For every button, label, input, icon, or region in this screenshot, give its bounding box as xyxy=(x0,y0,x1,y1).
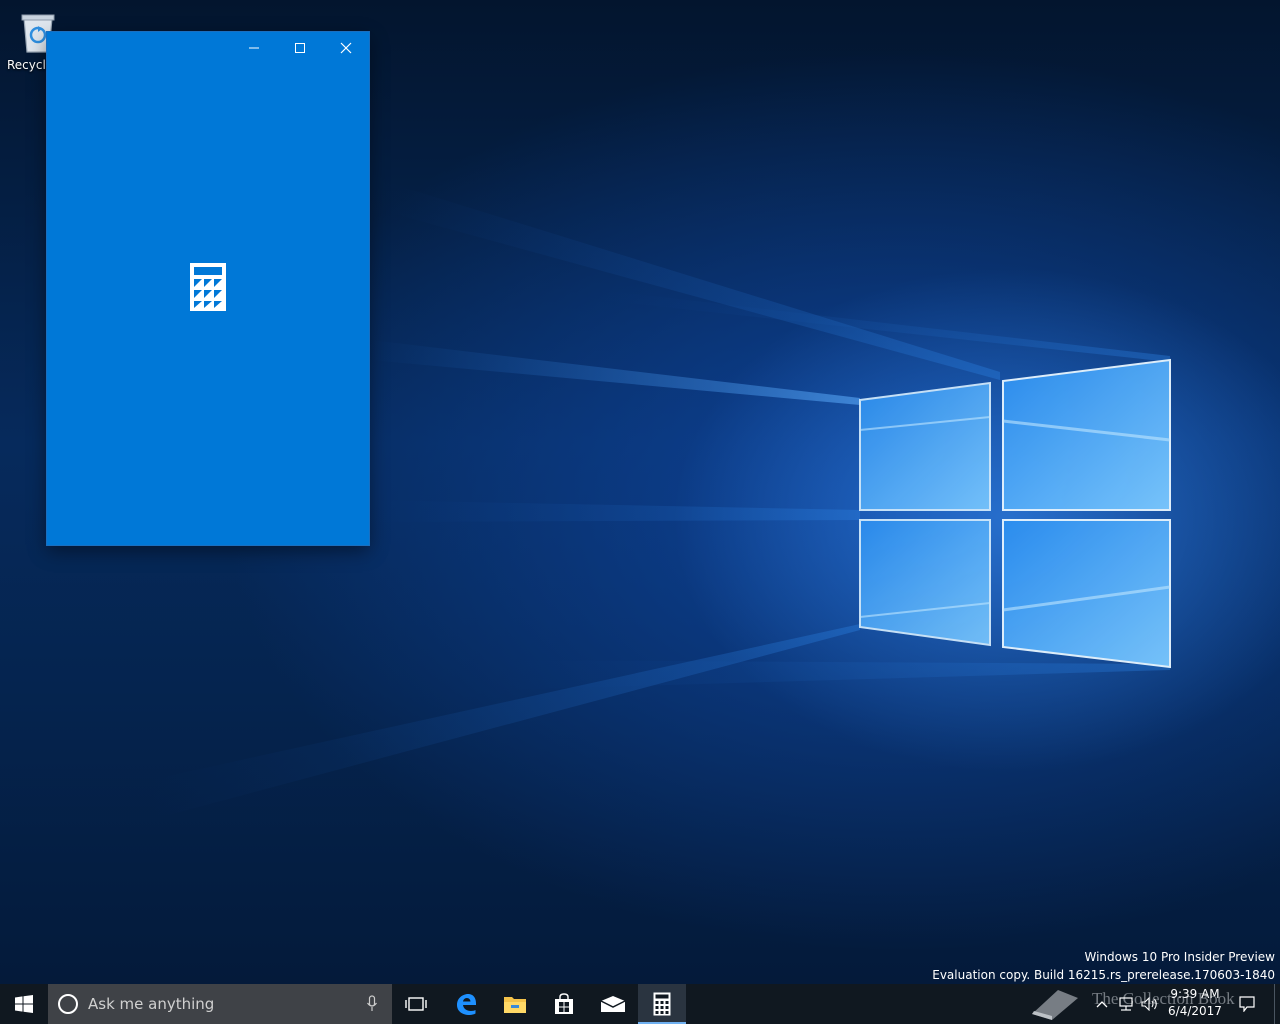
show-desktop-button[interactable] xyxy=(1274,984,1280,1024)
calculator-window[interactable] xyxy=(47,32,369,545)
build-watermark: Windows 10 Pro Insider Preview Evaluatio… xyxy=(932,948,1275,984)
collection-book-logo xyxy=(1032,990,1078,1020)
cortana-icon xyxy=(58,994,78,1014)
microphone-icon[interactable] xyxy=(366,995,378,1013)
mail-icon xyxy=(600,996,626,1012)
speaker-icon xyxy=(1141,997,1157,1011)
edge-icon xyxy=(457,994,476,1015)
calculator-taskbar-button[interactable] xyxy=(638,984,686,1024)
action-center-button[interactable] xyxy=(1232,984,1262,1024)
cortana-search-box[interactable]: Ask me anything xyxy=(48,984,392,1024)
file-explorer-button[interactable] xyxy=(491,984,539,1024)
search-placeholder: Ask me anything xyxy=(88,995,215,1013)
close-button[interactable] xyxy=(323,32,369,64)
clock-time: 9:39 AM xyxy=(1170,987,1220,1001)
maximize-icon xyxy=(295,43,305,53)
start-button[interactable] xyxy=(0,984,48,1024)
network-tray-button[interactable] xyxy=(1114,984,1138,1024)
close-icon xyxy=(340,42,352,54)
minimize-button[interactable] xyxy=(231,32,277,64)
watermark-build: Evaluation copy. Build 16215.rs_prerelea… xyxy=(932,968,1275,982)
windows-logo xyxy=(859,358,1171,669)
show-hidden-icons-button[interactable] xyxy=(1090,984,1114,1024)
task-view-icon xyxy=(405,997,427,1011)
desktop[interactable]: Recycle Windows 10 Pro Insider Preview E… xyxy=(0,0,1280,984)
mail-button[interactable] xyxy=(589,984,637,1024)
file-explorer-icon xyxy=(504,997,526,1013)
windows-start-icon xyxy=(15,995,33,1013)
watermark-edition: Windows 10 Pro Insider Preview xyxy=(1084,950,1275,964)
calculator-icon xyxy=(190,263,226,311)
clock-date: 6/4/2017 xyxy=(1168,1004,1222,1018)
maximize-button[interactable] xyxy=(277,32,323,64)
notification-icon xyxy=(1239,996,1255,1012)
tray-clock[interactable]: 9:39 AM 6/4/2017 xyxy=(1164,986,1226,1020)
chevron-up-icon xyxy=(1096,1001,1108,1008)
network-icon xyxy=(1119,997,1133,1011)
calculator-icon xyxy=(653,992,671,1016)
taskbar: Ask me anything The Collection Book 9:39… xyxy=(0,984,1280,1024)
edge-taskbar-button[interactable] xyxy=(442,984,490,1024)
store-button[interactable] xyxy=(540,984,588,1024)
task-view-button[interactable] xyxy=(392,984,440,1024)
store-icon xyxy=(555,993,573,1014)
minimize-icon xyxy=(249,47,259,49)
volume-tray-button[interactable] xyxy=(1138,984,1162,1024)
